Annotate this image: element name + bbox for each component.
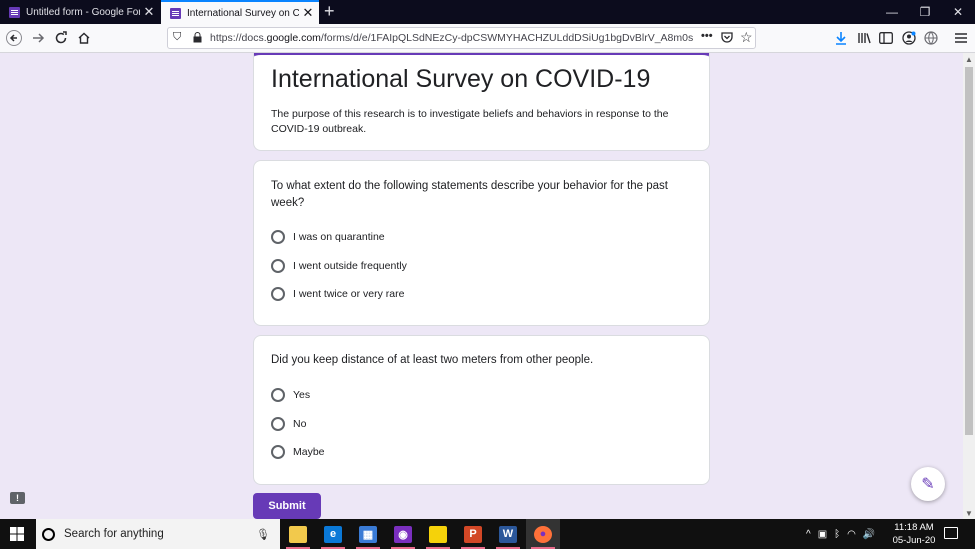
- sidebar-icon[interactable]: [876, 28, 896, 48]
- library-icon[interactable]: [854, 28, 874, 48]
- form-description: The purpose of this research is to inves…: [271, 108, 669, 135]
- radio-option[interactable]: No: [271, 416, 306, 432]
- windows-start-icon[interactable]: [0, 519, 34, 549]
- media-app-icon: ◉: [394, 525, 412, 543]
- option-label: No: [293, 418, 307, 430]
- volume-icon[interactable]: 🔊: [863, 529, 875, 540]
- minimize-icon[interactable]: —: [876, 0, 908, 24]
- reload-icon[interactable]: [51, 28, 71, 48]
- windows-taskbar: Search for anything 🎙 e ▦ ◉ P W ● ^ ▣ ᛒ ◠ 🔊 11:18…: [0, 519, 975, 549]
- google-forms-icon: [170, 7, 181, 19]
- browser-toolbar: ⛉ https://docs.google.com/forms/d/e/1FAI…: [0, 24, 975, 53]
- radio-button[interactable]: [271, 259, 285, 273]
- store-icon: ▦: [359, 525, 377, 543]
- globe-icon[interactable]: [921, 28, 941, 48]
- url-prefix: https://docs.: [210, 32, 267, 44]
- tab-untitled-form[interactable]: Untitled form - Google Forms ✕: [0, 0, 160, 24]
- form-title: International Survey on COVID-19: [271, 65, 651, 93]
- vertical-scrollbar[interactable]: ▲ ▼: [963, 53, 975, 519]
- cortana-icon: [42, 527, 55, 541]
- menu-icon[interactable]: [951, 28, 971, 48]
- sticky-notes-icon: [429, 525, 447, 543]
- edge-icon: e: [324, 525, 342, 543]
- taskbar-app-button[interactable]: e: [316, 519, 350, 549]
- submit-button[interactable]: Submit: [253, 493, 321, 519]
- taskbar-app-button[interactable]: W: [491, 519, 525, 549]
- radio-button[interactable]: [271, 287, 285, 301]
- address-bar[interactable]: ⛉ https://docs.google.com/forms/d/e/1FAI…: [167, 27, 756, 49]
- search-placeholder: Search for anything: [64, 528, 164, 540]
- option-label: Yes: [293, 389, 311, 401]
- close-tab-icon[interactable]: ✕: [299, 5, 317, 21]
- url-text[interactable]: https://docs.google.com/forms/d/e/1FAIpQ…: [210, 32, 694, 44]
- account-icon[interactable]: [899, 28, 919, 48]
- system-tray: ^ ▣ ᛒ ◠ 🔊: [806, 519, 875, 549]
- tab-title: International Survey on COVID-19: [187, 7, 299, 19]
- file-explorer-icon: [289, 525, 307, 543]
- close-tab-icon[interactable]: ✕: [140, 4, 158, 20]
- radio-option[interactable]: I was on quarantine: [271, 229, 385, 245]
- restore-icon[interactable]: ❐: [909, 0, 941, 24]
- page-viewport: International Survey on COVID-19 The pur…: [0, 53, 963, 519]
- bookmark-star-icon[interactable]: ☆: [740, 29, 753, 46]
- form-header-card: International Survey on COVID-19 The pur…: [253, 53, 710, 151]
- taskbar-search-box[interactable]: Search for anything 🎙: [36, 519, 280, 549]
- url-domain: google.com: [266, 32, 321, 44]
- bluetooth-icon[interactable]: ᛒ: [834, 529, 840, 540]
- word-icon: W: [499, 525, 517, 543]
- option-label: Maybe: [293, 446, 325, 458]
- clock-time: 11:18 AM: [894, 522, 934, 533]
- tab-title: Untitled form - Google Forms: [26, 6, 140, 18]
- question-text: To what extent do the following statemen…: [271, 180, 668, 209]
- download-icon[interactable]: [831, 28, 851, 48]
- powerpoint-icon: P: [464, 525, 482, 543]
- show-hidden-icons-icon[interactable]: ^: [806, 529, 811, 540]
- microphone-icon[interactable]: 🎙: [256, 528, 270, 541]
- question-card: Did you keep distance of at least two me…: [253, 335, 710, 485]
- lock-icon[interactable]: [193, 32, 202, 46]
- back-icon[interactable]: [4, 28, 24, 48]
- option-label: I was on quarantine: [293, 231, 385, 243]
- shield-icon[interactable]: ⛉: [173, 31, 181, 44]
- option-label: I went twice or very rare: [293, 288, 405, 300]
- battery-icon[interactable]: ▣: [818, 529, 827, 540]
- page-actions-icon[interactable]: •••: [701, 30, 713, 42]
- scrollbar-thumb[interactable]: [965, 67, 973, 435]
- notifications-icon[interactable]: [944, 527, 958, 539]
- radio-option[interactable]: Yes: [271, 387, 310, 403]
- radio-button[interactable]: [271, 417, 285, 431]
- question-text: Did you keep distance of at least two me…: [271, 354, 594, 366]
- radio-option[interactable]: Maybe: [271, 444, 325, 460]
- scroll-down-icon[interactable]: ▼: [963, 507, 975, 519]
- option-label: I went outside frequently: [293, 260, 407, 272]
- forward-icon[interactable]: [28, 28, 48, 48]
- google-forms-icon: [9, 6, 20, 18]
- wifi-icon[interactable]: ◠: [847, 529, 856, 540]
- radio-button[interactable]: [271, 230, 285, 244]
- taskbar-app-button[interactable]: ▦: [351, 519, 385, 549]
- new-tab-icon[interactable]: +: [324, 1, 335, 21]
- taskbar-app-button[interactable]: [281, 519, 315, 549]
- radio-button[interactable]: [271, 388, 285, 402]
- report-feedback-icon[interactable]: !: [10, 492, 25, 504]
- edit-pencil-icon[interactable]: ✎: [911, 467, 945, 501]
- radio-option[interactable]: I went outside frequently: [271, 258, 407, 274]
- clock-date: 05-Jun-20: [892, 535, 936, 546]
- radio-option[interactable]: I went twice or very rare: [271, 286, 404, 302]
- scroll-up-icon[interactable]: ▲: [963, 53, 975, 65]
- taskbar-app-button[interactable]: ◉: [386, 519, 420, 549]
- taskbar-app-button[interactable]: [421, 519, 455, 549]
- taskbar-clock[interactable]: 11:18 AM 05-Jun-20: [890, 521, 938, 547]
- question-card: To what extent do the following statemen…: [253, 160, 710, 326]
- radio-button[interactable]: [271, 445, 285, 459]
- home-icon[interactable]: [74, 28, 94, 48]
- taskbar-app-button[interactable]: P: [456, 519, 490, 549]
- close-window-icon[interactable]: ✕: [942, 0, 974, 24]
- pocket-icon[interactable]: [721, 31, 733, 46]
- taskbar-app-button[interactable]: ●: [526, 519, 560, 549]
- tab-covid-survey[interactable]: International Survey on COVID-19 ✕: [161, 0, 319, 24]
- url-path: /forms/d/e/1FAIpQLSdNEzCy-dpCSWMYHACHZUL…: [320, 32, 694, 44]
- firefox-icon: ●: [534, 525, 552, 543]
- browser-tab-strip: Untitled form - Google Forms ✕ Internati…: [0, 0, 975, 24]
